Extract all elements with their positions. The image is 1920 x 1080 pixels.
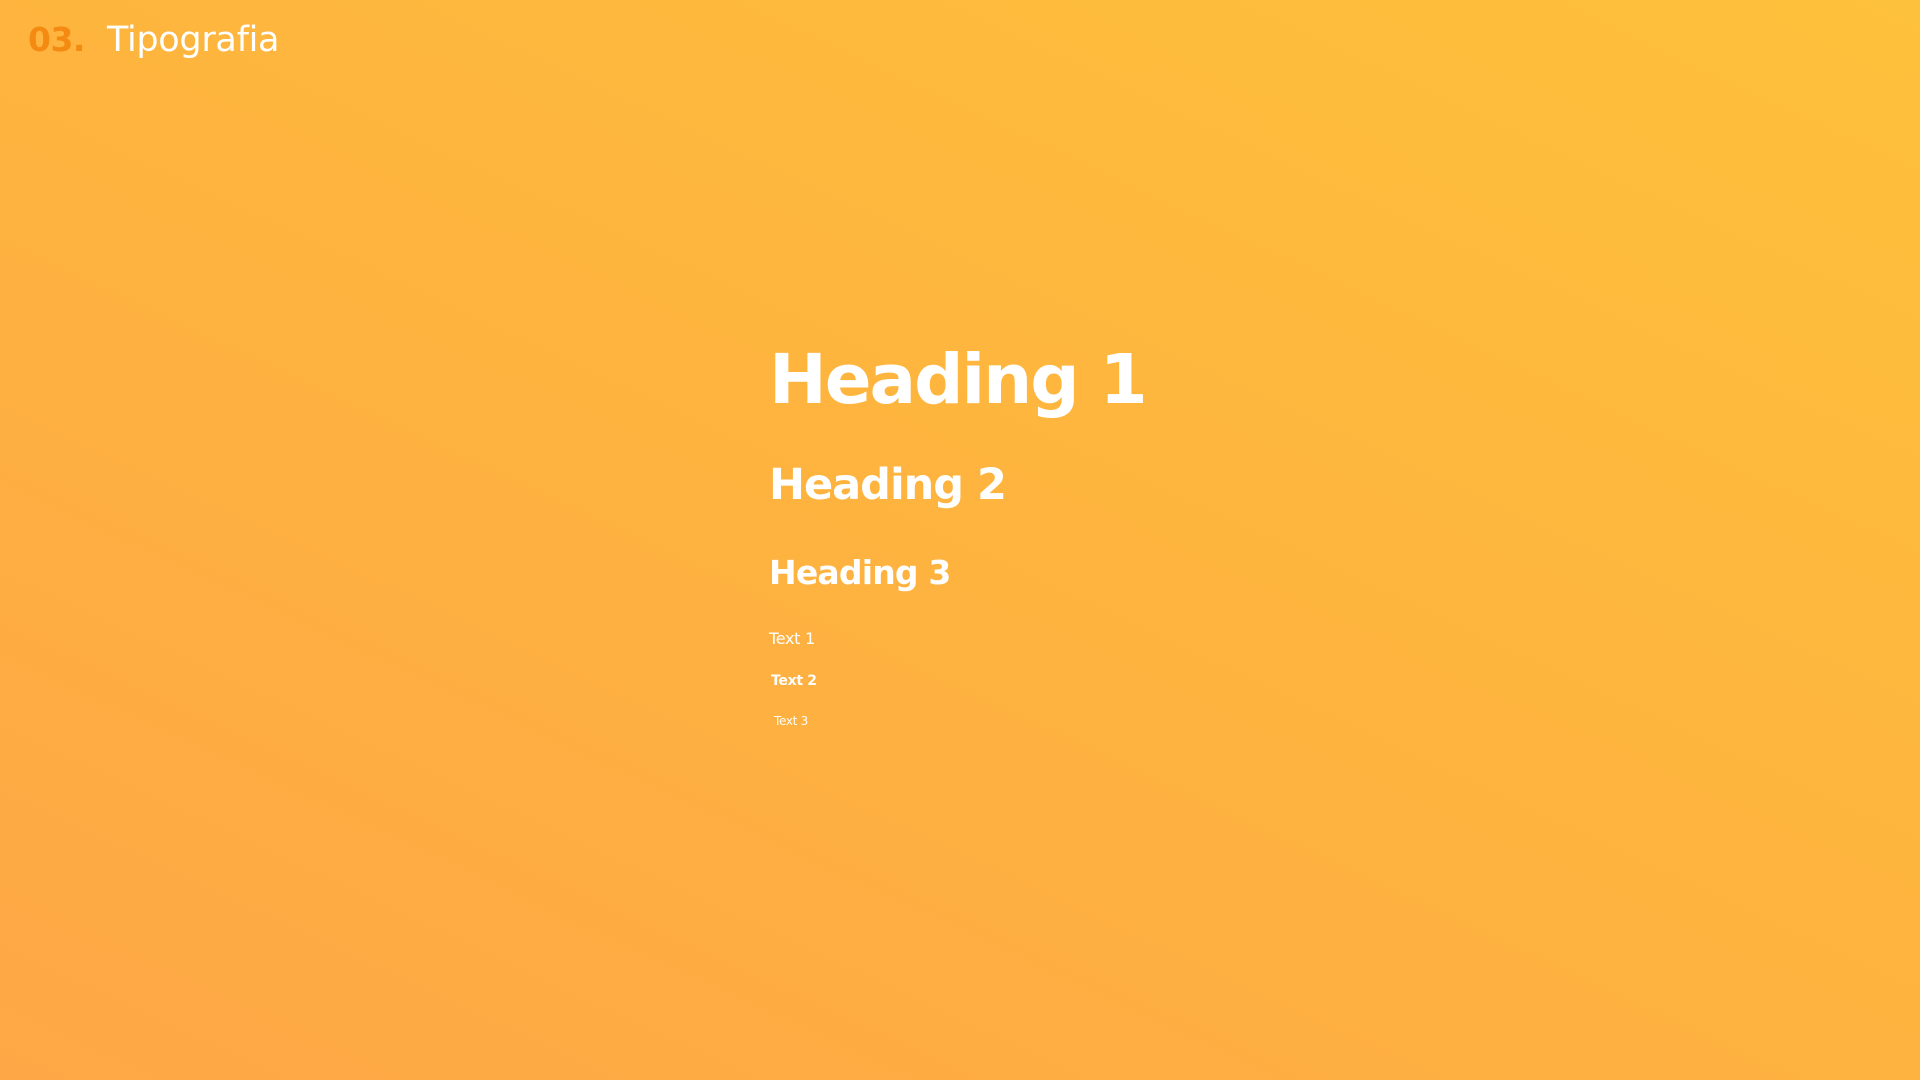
heading-1-sample: Heading 1 — [769, 340, 1148, 420]
section-title: Tipografia — [106, 20, 280, 60]
text-1-sample: Text 1 — [769, 629, 815, 648]
heading-2-sample: Heading 2 — [769, 460, 1007, 510]
text-3-sample: Text 3 — [774, 714, 808, 728]
text-2-sample: Text 2 — [771, 673, 817, 689]
section-number: 03. — [28, 20, 85, 59]
section-header: 03. Tipografia — [28, 20, 279, 70]
heading-3-sample: Heading 3 — [769, 553, 951, 592]
